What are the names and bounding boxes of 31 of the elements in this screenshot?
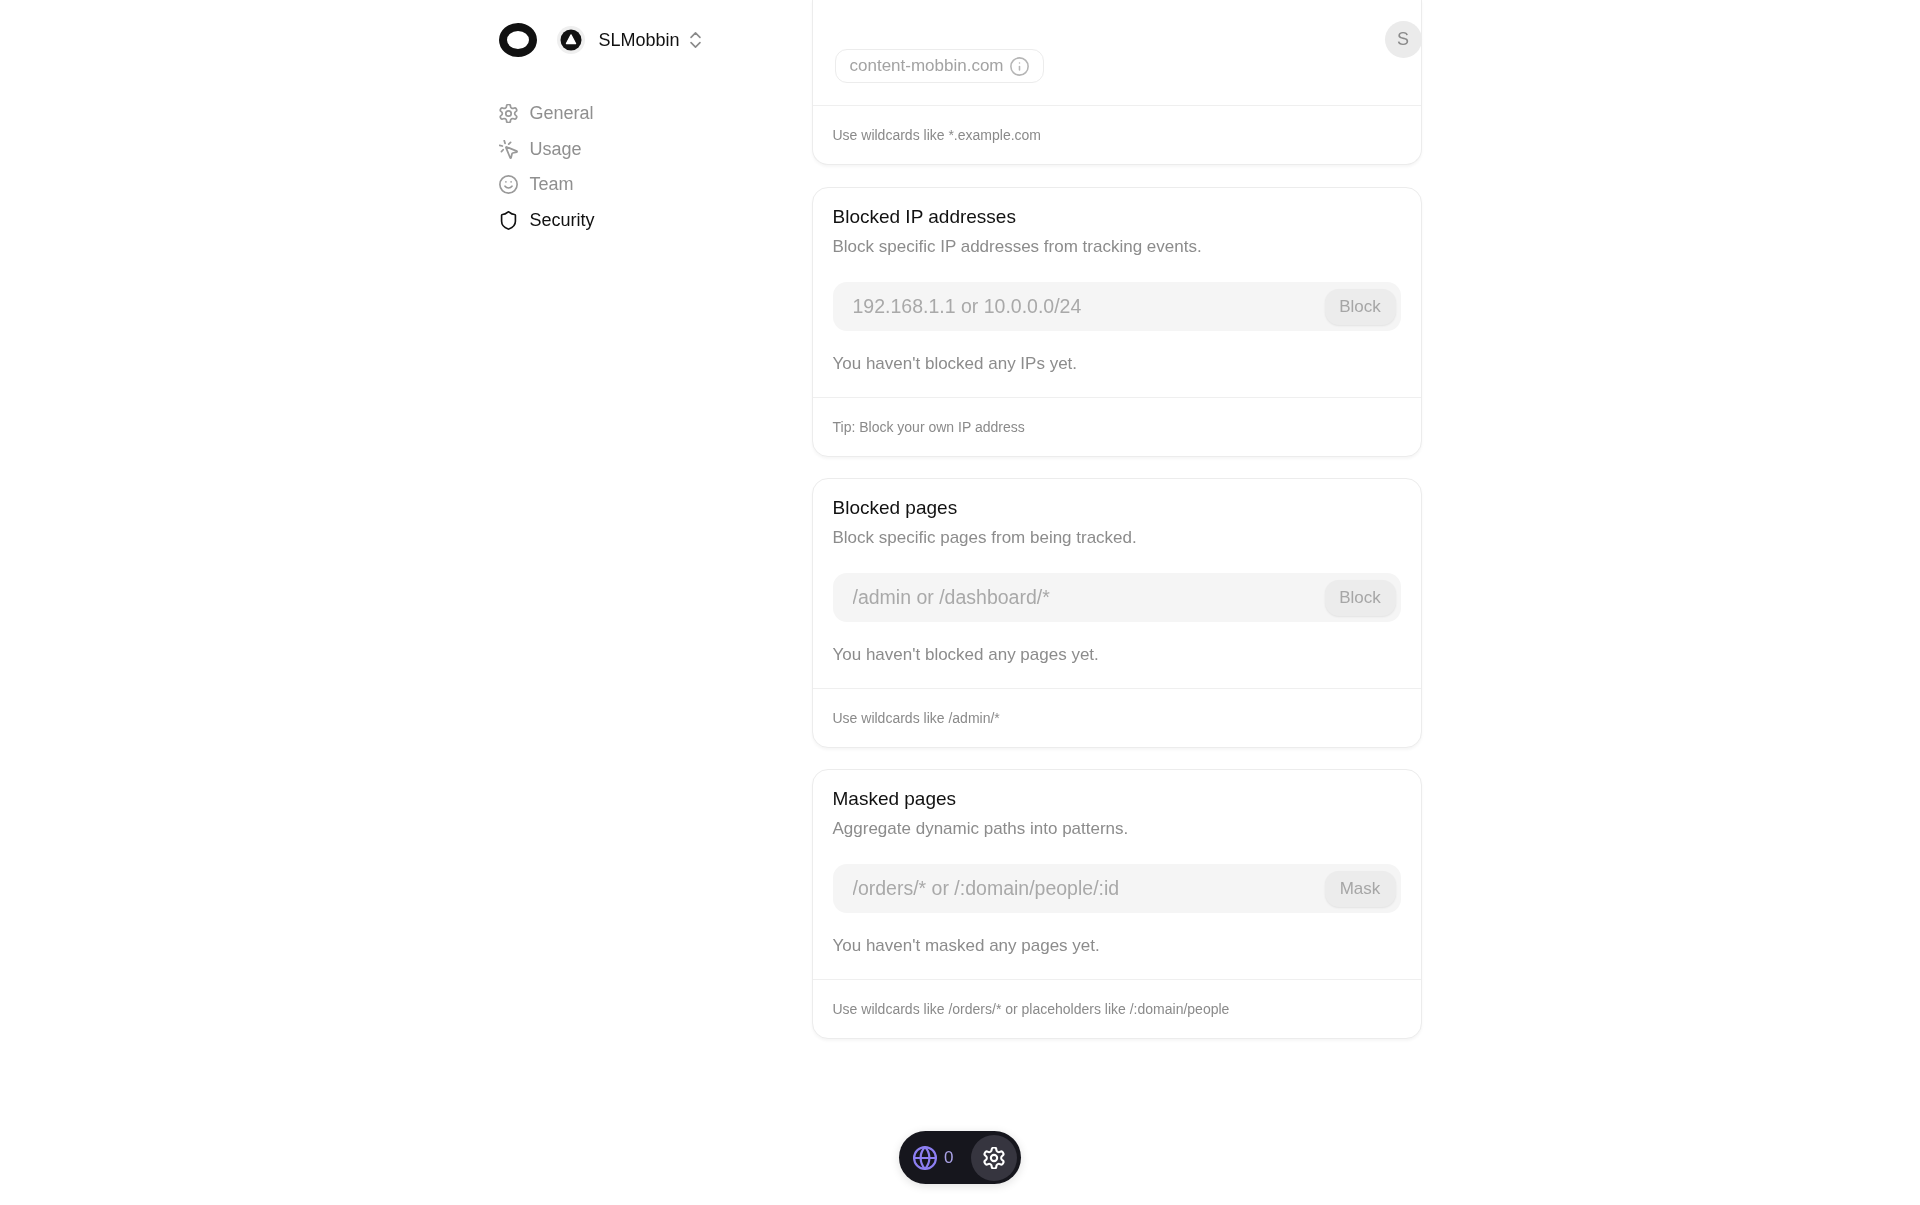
shield-icon <box>498 210 518 230</box>
hint-text: Use wildcards like /orders/* or placeholders like /:domain/people <box>832 999 1230 1019</box>
sidebar-item[interactable]: Security <box>498 202 595 238</box>
workspace-name[interactable]: SLMobbin <box>598 31 680 49</box>
empty-state-text: You haven't blocked any pages yet. <box>832 644 1099 666</box>
settings-icon <box>498 104 518 124</box>
chevron-up-down-icon[interactable] <box>689 32 701 48</box>
info-icon <box>1009 56 1029 76</box>
sidebar-item[interactable]: General <box>498 96 594 132</box>
card-description: Aggregate dynamic paths into patterns. <box>832 818 1129 840</box>
domain-chip[interactable]: content-mobbin.com <box>834 49 1044 83</box>
hint-text: Use wildcards like /admin/* <box>832 708 1000 728</box>
hint-text: Tip: Block your own IP address <box>832 417 1025 437</box>
card-description: Block specific pages from being tracked. <box>832 527 1137 549</box>
settings-button[interactable] <box>971 1134 1017 1181</box>
hint-text: Use wildcards like *.example.com <box>832 125 1042 145</box>
workspace-avatar-icon[interactable] <box>556 26 585 54</box>
visitor-count: 0 <box>944 1149 954 1166</box>
empty-state-text: You haven't blocked any IPs yet. <box>832 353 1078 375</box>
sidebar-item[interactable]: Usage <box>498 131 582 167</box>
card-title: Blocked pages <box>832 496 958 520</box>
card-title: Blocked IP addresses <box>832 205 1016 229</box>
card-description: Block specific IP addresses from tracking events. <box>832 236 1202 258</box>
sidebar-item[interactable]: Team <box>498 167 574 203</box>
card-title: Masked pages <box>832 787 957 811</box>
logo-icon[interactable] <box>498 23 537 57</box>
settings-icon <box>983 1146 1005 1169</box>
cursor-click-icon <box>498 139 518 159</box>
empty-state-text: You haven't masked any pages yet. <box>832 935 1100 957</box>
smiley-icon <box>498 175 518 195</box>
globe-icon[interactable] <box>913 1145 937 1170</box>
